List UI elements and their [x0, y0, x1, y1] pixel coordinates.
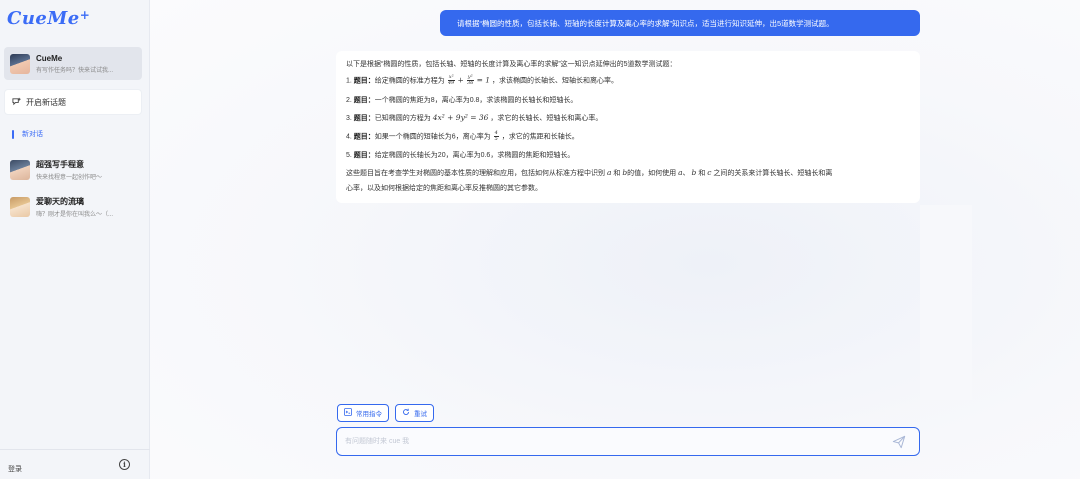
bot-message: 以下是根据“椭圆的性质，包括长轴、短轴的长度计算及离心率的求解”这一知识点延伸出…	[336, 51, 920, 203]
conversation-title: 超强写手程意	[36, 160, 84, 169]
bot-name: CueMe	[36, 53, 63, 63]
question-item: 2. 题目：一个椭圆的焦距为8，离心率为0.8，求该椭圆的长轴长和短轴长。	[346, 97, 578, 104]
conversation-subtitle: 快来找程意一起创作吧～	[36, 175, 103, 181]
summary-line: 心率，以及如何根据给定的焦距和离心率反推椭圆的其它参数。	[346, 185, 542, 192]
bot-subtitle: 有写作任务吗？快来试试我...	[36, 67, 114, 74]
question-item: 4. 题目：如果一个椭圆的短轴长为6，离心率为 45 ，求它的焦距和长轴长。	[346, 130, 579, 142]
fraction: 45	[493, 130, 499, 142]
new-chat-label: 新对话	[22, 131, 43, 138]
sidebar: CueMe+ CueMe 有写作任务吗？快来试试我... 开启新话题 新对话 超…	[0, 0, 150, 479]
avatar	[10, 53, 30, 74]
fraction: x² 49	[447, 74, 455, 86]
chat-area: 请根据“椭圆的性质，包括长轴、短轴的长度计算及离心率的求解”知识点，适当进行知识…	[150, 0, 1080, 479]
avatar	[10, 197, 30, 217]
message-input[interactable]	[345, 434, 865, 449]
new-topic-icon	[12, 97, 21, 108]
avatar	[10, 160, 30, 180]
bot-card[interactable]: CueMe 有写作任务吗？快来试试我...	[4, 47, 142, 80]
conversation-item[interactable]: 超强写手程意 快来找程意一起创作吧～	[4, 155, 142, 185]
new-topic-button[interactable]: 开启新话题	[4, 89, 142, 115]
login-button[interactable]: 登录	[8, 464, 22, 474]
sidebar-item-new-chat[interactable]: 新对话	[12, 129, 43, 139]
common-commands-button[interactable]: 常用指令	[337, 404, 389, 422]
active-indicator	[12, 129, 14, 139]
conversation-subtitle: 嗨？刚才是你在叫我么～（...	[36, 212, 114, 218]
sidebar-footer: 登录 i	[0, 449, 150, 479]
user-message: 请根据“椭圆的性质，包括长轴、短轴的长度计算及离心率的求解”知识点，适当进行知识…	[440, 10, 920, 36]
app-logo[interactable]: CueMe+	[7, 8, 90, 29]
new-topic-label: 开启新话题	[26, 97, 66, 107]
question-item: 3. 题目：已知椭圆的方程为 4x² + 9y² = 36 ，求它的长轴长、短轴…	[346, 113, 603, 122]
refresh-icon	[402, 408, 410, 418]
conversation-title: 爱聊天的流璃	[36, 197, 84, 206]
bot-intro: 以下是根据“椭圆的性质，包括长轴、短轴的长度计算及离心率的求解”这一知识点延伸出…	[346, 61, 677, 68]
send-icon[interactable]	[892, 435, 906, 449]
info-icon[interactable]: i	[119, 459, 130, 470]
conversation-item[interactable]: 爱聊天的流璃 嗨？刚才是你在叫我么～（...	[4, 192, 142, 222]
side-panel	[920, 205, 972, 400]
command-icon	[344, 408, 352, 418]
logo-star-icon: +	[79, 8, 91, 22]
question-item: 1. 题目：给定椭圆的标准方程为 x² 49 + y² 36 = 1 ，求该椭圆的长…	[346, 74, 618, 86]
summary-line: 这些题目旨在考查学生对椭圆的基本性质的理解和应用，包括如何从标准方程中识别 a …	[346, 168, 833, 177]
fraction: y² 36	[466, 74, 474, 86]
question-item: 5. 题目：给定椭圆的长轴长为20，离心率为0.6，求椭圆的焦距和短轴长。	[346, 152, 575, 159]
retry-button[interactable]: 重试	[395, 404, 434, 422]
message-input-box	[336, 427, 920, 456]
